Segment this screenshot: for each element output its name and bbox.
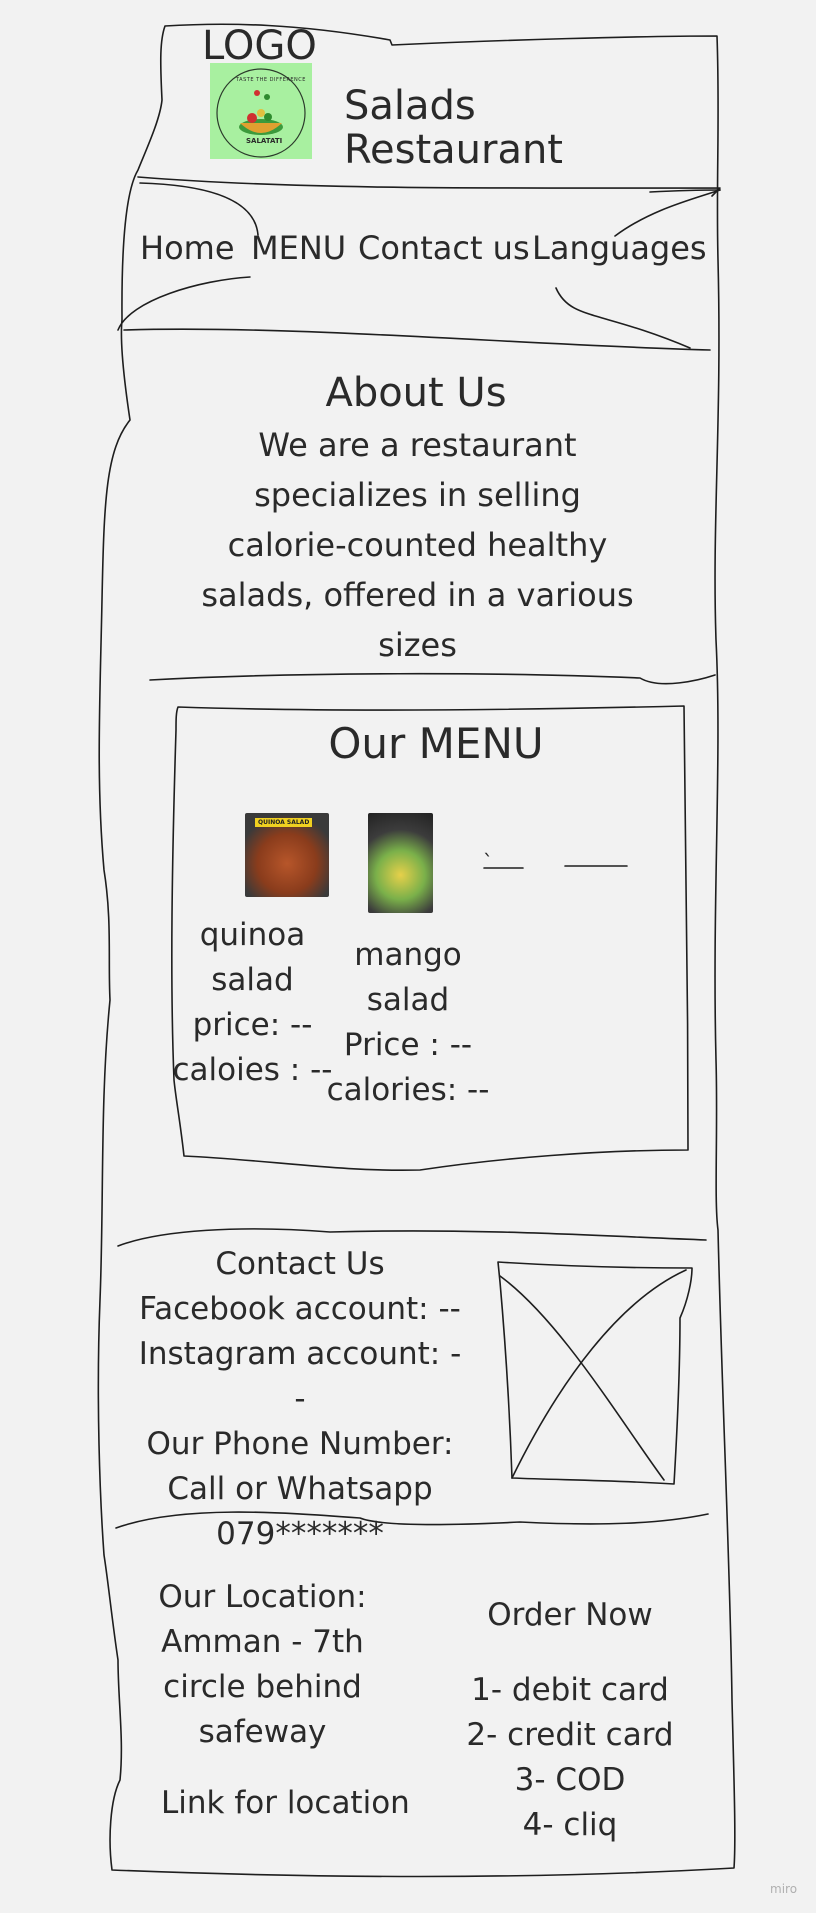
location-line: circle behind — [163, 1669, 362, 1705]
location-heading: Our Location: — [158, 1579, 367, 1615]
menu-item-quinoa[interactable]: quinoa salad price: -- caloies : -- — [170, 913, 335, 1093]
site-title: Salads Restaurant — [344, 83, 563, 173]
order-option-debit[interactable]: 1- debit card — [460, 1668, 680, 1713]
nav-item-contact[interactable]: Contact us — [358, 226, 530, 271]
logo-image[interactable]: TASTE THE DIFFERENCE SALATATI — [210, 63, 312, 159]
about-line: salads, offered in a various — [201, 576, 634, 614]
menu-item-name: salad — [366, 982, 450, 1018]
nav-item-languages[interactable]: Languages — [532, 226, 707, 271]
about-line: sizes — [378, 626, 457, 664]
location-line: safeway — [198, 1714, 327, 1750]
menu-heading: Our MENU — [328, 719, 544, 768]
about-line: We are a restaurant — [258, 426, 577, 464]
logo-label: LOGO — [202, 23, 317, 69]
menu-item-name: mango — [354, 937, 462, 973]
menu-placeholder-mark: ` — [483, 850, 493, 874]
logo-badge-top: TASTE THE DIFFERENCE — [236, 77, 306, 83]
phone-number[interactable]: 079******* — [135, 1512, 465, 1557]
menu-item-calories: caloies : -- — [172, 1052, 333, 1088]
quinoa-salad-image[interactable]: QUINOA SALAD — [245, 813, 329, 897]
phone-label: Our Phone Number: — [146, 1426, 454, 1462]
menu-item-calories: calories: -- — [326, 1072, 490, 1108]
contact-image-placeholder — [500, 1264, 690, 1480]
nav-item-menu[interactable]: MENU — [251, 226, 346, 271]
instagram-account[interactable]: Instagram account: -- — [135, 1332, 465, 1422]
location-block: Our Location: Amman - 7th circle behind … — [150, 1575, 375, 1755]
contact-heading: Contact Us — [215, 1246, 385, 1282]
miro-watermark: miro — [770, 1882, 798, 1896]
order-option-cod[interactable]: 3- COD — [460, 1758, 680, 1803]
nav-item-home[interactable]: Home — [140, 226, 235, 271]
location-link[interactable]: Link for location — [161, 1781, 410, 1826]
phone-note: Call or Whatsapp — [167, 1471, 433, 1507]
facebook-account[interactable]: Facebook account: -- — [135, 1287, 465, 1332]
menu-item-price: price: -- — [192, 1007, 313, 1043]
about-line: calorie-counted healthy — [227, 526, 608, 564]
quinoa-badge: QUINOA SALAD — [255, 818, 313, 827]
order-option-credit[interactable]: 2- credit card — [460, 1713, 680, 1758]
menu-item-price: Price : -- — [343, 1027, 473, 1063]
about-text: We are a restaurant specializes in selli… — [150, 420, 685, 670]
logo-badge-bottom: SALATATI — [246, 137, 283, 145]
mango-salad-image[interactable] — [368, 813, 433, 913]
about-line: specializes in selling — [254, 476, 581, 514]
order-option-cliq[interactable]: 4- cliq — [460, 1803, 680, 1848]
order-heading[interactable]: Order Now — [470, 1593, 670, 1638]
menu-item-mango[interactable]: mango salad Price : -- calories: -- — [323, 933, 493, 1113]
about-heading: About Us — [325, 370, 507, 416]
location-line: Amman - 7th — [161, 1624, 364, 1660]
menu-item-name: salad — [211, 962, 294, 998]
contact-text: Contact Us Facebook account: -- Instagra… — [135, 1242, 465, 1557]
order-options: 1- debit card 2- credit card 3- COD 4- c… — [460, 1668, 680, 1848]
menu-item-name: quinoa — [199, 917, 306, 953]
